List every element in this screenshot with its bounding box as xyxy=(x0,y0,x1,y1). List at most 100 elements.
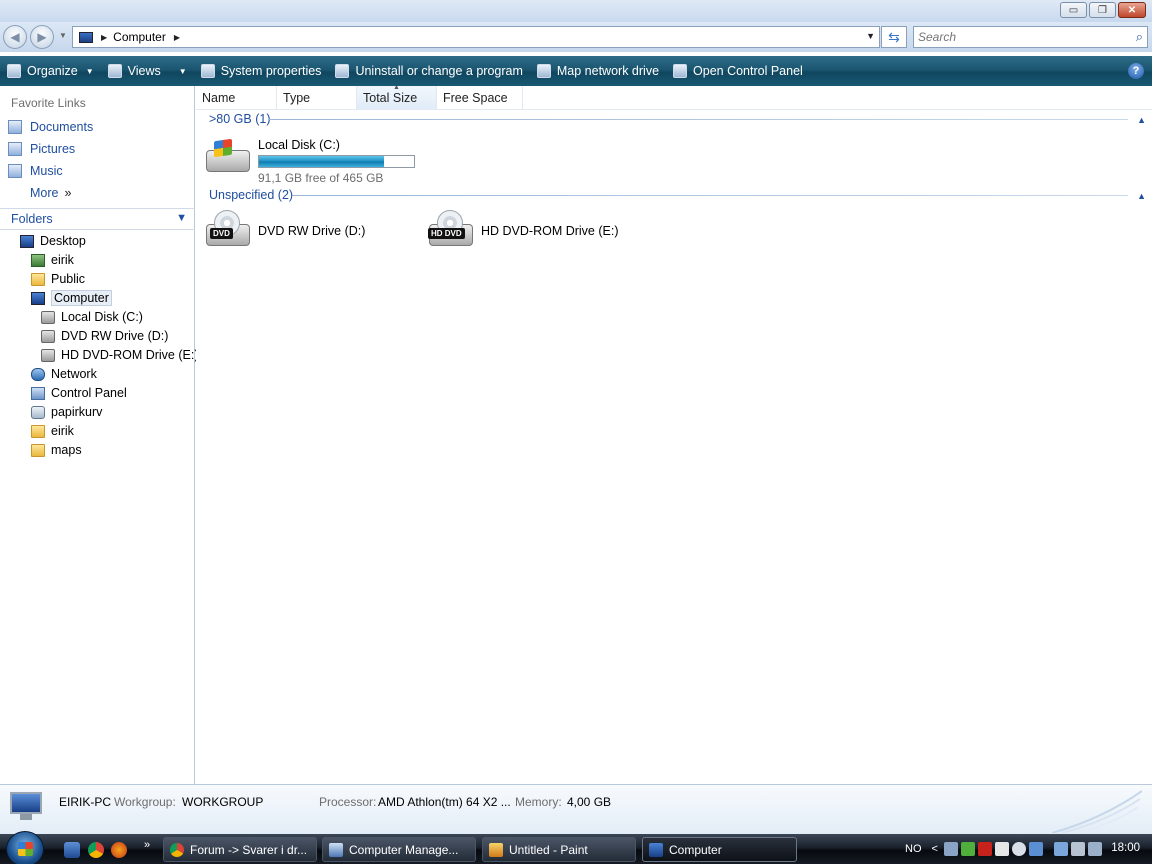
favorite-links-heading: Favorite Links xyxy=(11,96,86,110)
column-header-type[interactable]: Type xyxy=(277,86,357,110)
address-history-dropdown[interactable]: ▼ xyxy=(866,31,875,41)
windows-logo-icon xyxy=(18,842,33,856)
tree-item-eirik[interactable]: eirik xyxy=(31,251,74,269)
taskbar: » Forum -> Svarer i dr... Computer Manag… xyxy=(0,831,1152,864)
refresh-button[interactable]: ⇆ xyxy=(881,26,907,48)
folders-header[interactable]: Folders ▼ xyxy=(0,208,195,230)
organize-label: Organize xyxy=(27,64,78,78)
search-input[interactable] xyxy=(914,30,1124,44)
clock-tray-icon[interactable] xyxy=(1011,842,1026,856)
more-links-button[interactable]: More » xyxy=(30,186,71,200)
chrome-icon[interactable] xyxy=(88,842,104,858)
breadcrumb-arrow-icon[interactable]: ▶ xyxy=(174,33,180,42)
tree-item-label: papirkurv xyxy=(51,405,103,419)
views-label: Views xyxy=(127,64,161,78)
tree-item-local-disk-c[interactable]: Local Disk (C:) xyxy=(41,308,143,326)
refresh-icon: ⇆ xyxy=(888,28,900,45)
tree-item-control-panel[interactable]: Control Panel xyxy=(31,384,127,402)
tree-item-eirik-folder[interactable]: eirik xyxy=(31,422,74,440)
recent-pages-dropdown[interactable]: ▼ xyxy=(59,31,67,40)
collapse-group-icon[interactable]: ▲ xyxy=(1137,191,1146,201)
taskbar-button-computer[interactable]: Computer xyxy=(642,837,797,862)
update-tray-icon[interactable] xyxy=(1028,842,1043,856)
windows-logo-icon xyxy=(214,138,232,158)
favorite-link-pictures[interactable]: Pictures xyxy=(8,142,75,156)
breadcrumb-arrow-icon[interactable]: ▶ xyxy=(101,33,107,42)
column-header-total-size[interactable]: Total Size ▲ xyxy=(357,84,437,110)
drive-item-dvd-rw-d[interactable]: DVD DVD RW Drive (D:) xyxy=(204,210,365,254)
volume-tray-icon[interactable] xyxy=(1070,842,1085,856)
security-tray-icon[interactable] xyxy=(960,842,975,856)
tree-item-hd-dvd-e[interactable]: HD DVD-ROM Drive (E:) xyxy=(41,346,199,364)
tree-item-label: Local Disk (C:) xyxy=(61,310,143,324)
address-row: ◀ ▶ ▼ ▶ Computer ▶ ▼ ⇆ ⌕ xyxy=(0,22,1152,52)
firefox-icon[interactable] xyxy=(111,842,127,858)
control-panel-icon xyxy=(31,386,45,400)
tree-item-desktop[interactable]: Desktop xyxy=(20,232,86,250)
favorite-link-label: Documents xyxy=(30,120,94,134)
show-hidden-icons-button[interactable]: < xyxy=(932,843,938,855)
network-tray-icon[interactable] xyxy=(1053,842,1068,856)
views-button[interactable]: Views ▼ xyxy=(101,56,194,86)
music-icon xyxy=(8,164,22,178)
column-header-name[interactable]: Name xyxy=(196,86,277,110)
chevron-down-icon: ▼ xyxy=(176,212,187,224)
back-button[interactable]: ◀ xyxy=(3,25,27,49)
drive-item-local-disk-c[interactable]: Local Disk (C:) 91,1 GB free of 465 GB xyxy=(204,136,415,185)
memory-value: 4,00 GB xyxy=(567,795,612,809)
tree-item-computer[interactable]: Computer xyxy=(31,289,112,307)
taskbar-button-paint[interactable]: Untitled - Paint xyxy=(482,837,636,862)
taskbar-button-forum[interactable]: Forum -> Svarer i dr... xyxy=(163,837,317,862)
tree-item-label: Computer xyxy=(51,290,112,306)
breadcrumb-computer[interactable]: Computer xyxy=(113,30,166,44)
help-button[interactable]: ? xyxy=(1128,63,1144,79)
map-network-drive-label: Map network drive xyxy=(556,64,660,78)
collapse-group-icon[interactable]: ▲ xyxy=(1137,115,1146,125)
tree-item-maps[interactable]: maps xyxy=(31,441,82,459)
group-header-over-80gb[interactable]: >80 GB (1) xyxy=(209,112,271,126)
show-desktop-icon[interactable] xyxy=(64,842,80,858)
restore-button[interactable]: ❐ xyxy=(1089,2,1116,18)
mail-tray-icon[interactable] xyxy=(994,842,1009,856)
close-button[interactable]: ✕ xyxy=(1118,2,1146,18)
forward-button[interactable]: ▶ xyxy=(30,25,54,49)
clock[interactable]: 18:00 xyxy=(1111,842,1140,854)
ati-tray-icon[interactable] xyxy=(977,842,992,856)
uninstall-program-button[interactable]: Uninstall or change a program xyxy=(328,56,529,86)
tree-item-public[interactable]: Public xyxy=(31,270,85,288)
address-bar[interactable]: ▶ Computer ▶ ▼ xyxy=(72,26,880,48)
more-label: More xyxy=(30,186,59,200)
column-header-free-space[interactable]: Free Space xyxy=(437,86,523,110)
open-control-panel-button[interactable]: Open Control Panel xyxy=(666,56,810,86)
desktop-icon xyxy=(20,234,34,248)
task-label: Untitled - Paint xyxy=(509,842,588,857)
task-label: Forum -> Svarer i dr... xyxy=(190,842,308,857)
tree-item-label: DVD RW Drive (D:) xyxy=(61,329,169,343)
tree-item-network[interactable]: Network xyxy=(31,365,97,383)
favorite-link-documents[interactable]: Documents xyxy=(8,120,93,134)
drive-name: DVD RW Drive (D:) xyxy=(258,224,366,238)
quick-launch-more-icon[interactable]: » xyxy=(144,839,150,851)
minimize-button[interactable]: ▭ xyxy=(1060,2,1087,18)
favorite-link-music[interactable]: Music xyxy=(8,164,63,178)
search-box[interactable]: ⌕ xyxy=(913,26,1148,48)
computer-icon xyxy=(31,291,45,305)
drive-item-hd-dvd-e[interactable]: HD DVD HD DVD-ROM Drive (E:) xyxy=(427,210,619,254)
details-pane: EIRIK-PC Workgroup: WORKGROUP Processor:… xyxy=(0,784,1152,834)
language-indicator[interactable]: NO xyxy=(905,843,922,855)
messenger-tray-icon[interactable] xyxy=(943,842,958,856)
tree-item-dvd-rw-d[interactable]: DVD RW Drive (D:) xyxy=(41,327,168,345)
map-network-drive-button[interactable]: Map network drive xyxy=(530,56,666,86)
group-header-unspecified[interactable]: Unspecified (2) xyxy=(209,188,293,202)
search-icon[interactable]: ⌕ xyxy=(1136,29,1143,45)
start-button[interactable] xyxy=(6,831,44,864)
tree-item-label: Public xyxy=(51,272,86,286)
computer-icon xyxy=(79,31,93,43)
system-properties-button[interactable]: System properties xyxy=(194,56,329,86)
column-header-label: Total Size xyxy=(363,91,418,105)
tree-item-recycle-bin[interactable]: papirkurv xyxy=(31,403,102,421)
folder-icon xyxy=(31,424,45,438)
taskbar-button-computer-management[interactable]: Computer Manage... xyxy=(322,837,476,862)
organize-button[interactable]: Organize ▼ xyxy=(0,56,101,86)
power-tray-icon[interactable] xyxy=(1087,842,1102,856)
